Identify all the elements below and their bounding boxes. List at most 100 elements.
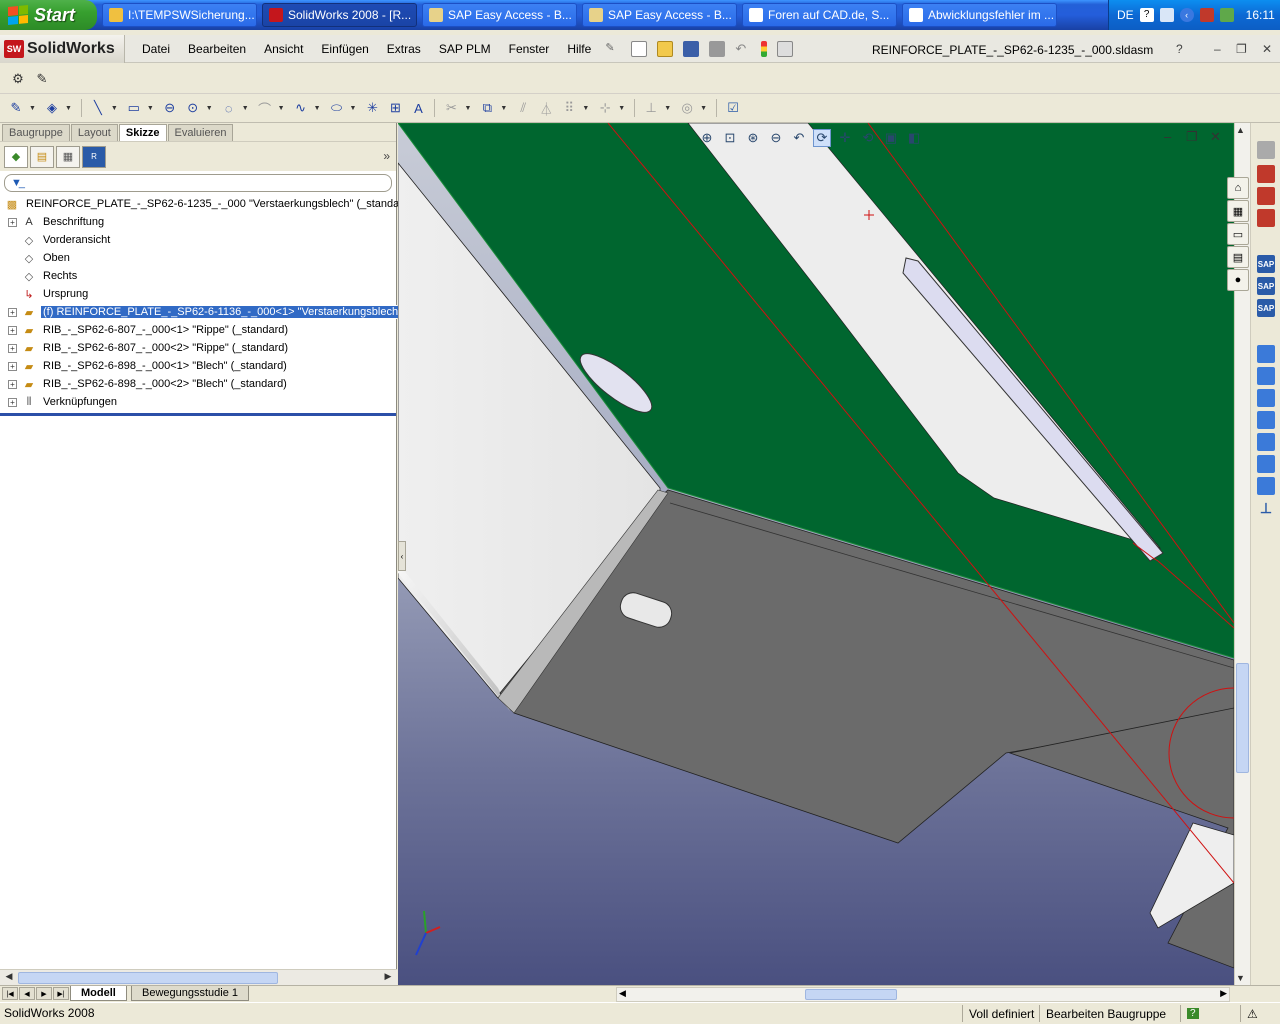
command-manager-tab[interactable]: Evaluieren [167,124,234,141]
next-tab-icon[interactable]: ▶ [36,987,52,1000]
text-icon[interactable]: A [408,99,428,117]
prev-tab-icon[interactable]: ◀ [19,987,35,1000]
design-library-icon[interactable]: ▦ [1227,200,1249,222]
tree-item[interactable]: ◇ Rechts [0,267,396,285]
undo-icon[interactable]: ↶ [735,41,751,57]
configuration-manager-tab-icon[interactable]: ▦ [56,145,80,168]
tree-item[interactable]: ◇ Oben [0,249,396,267]
taskbar-button[interactable]: SAP Easy Access - B... [582,3,737,27]
display-relations-icon[interactable]: ⊥ [641,99,661,117]
open-folder-icon[interactable] [657,40,674,57]
hscroll-left-icon[interactable]: ◀ [619,988,626,999]
sap-tray-icon[interactable] [1199,8,1214,22]
viewport-close-icon[interactable]: ✕ [1210,129,1221,145]
tree-item[interactable]: + A Beschriftung [0,213,396,231]
help-tray-icon[interactable]: ? [1139,8,1154,22]
property-manager-tab-icon[interactable]: ▤ [30,145,54,168]
graphics-area[interactable]: ⊕ ⊡ ⊛ ⊖ ↶ ⟳ ✛ ⟲ ▣ ◧ – ❐ ✕ ‹ [398,123,1234,985]
view-isometric-icon[interactable] [1257,477,1275,495]
menu-item[interactable]: SAP PLM [430,42,500,56]
view-right-icon[interactable] [1257,411,1275,429]
sketch-icon[interactable]: ✎ [6,99,26,117]
view-front-icon[interactable] [1257,345,1275,363]
view-back-icon[interactable] [1257,367,1275,385]
panel-collapse-handle[interactable]: ‹ [398,541,406,571]
tree-item[interactable]: + ⫴ Verknüpfungen [0,393,396,411]
sap-tool-icon[interactable]: ⚙ [8,70,28,88]
traffic-light-icon[interactable] [761,40,768,57]
save-icon[interactable] [683,40,700,57]
last-tab-icon[interactable]: ▶| [53,987,69,1000]
task-pane-tool-1-icon[interactable] [1257,141,1275,159]
scroll-up-icon[interactable]: ▲ [1236,125,1245,135]
rapid-sketch-icon[interactable]: ☑ [723,99,743,117]
menu-item[interactable]: Bearbeiten [179,42,255,56]
rebuild-icon[interactable]: ⚠ [1240,1005,1264,1022]
pan-icon[interactable]: ✛ [836,129,854,147]
solidworks-resources-icon[interactable]: ⌂ [1227,177,1249,199]
tree-horizontal-scrollbar[interactable]: ◀ ▶ [0,969,397,985]
scroll-down-icon[interactable]: ▼ [1236,973,1245,983]
tree-item[interactable]: ↳ Ursprung [0,285,396,303]
help-status-icon[interactable]: ? [1180,1005,1205,1022]
taskbar-button[interactable]: SAP Easy Access - B... [422,3,577,27]
point-icon[interactable]: ✳ [362,99,382,117]
view-orientation-icon[interactable]: ◧ [905,129,923,147]
view-palette-icon[interactable]: ▤ [1227,246,1249,268]
pin-icon[interactable]: ✎ [605,41,621,57]
view-left-icon[interactable] [1257,389,1275,407]
section-view-icon[interactable]: ▣ [882,129,900,147]
tree-filter[interactable]: ▼̲ [4,174,392,192]
appearances-icon[interactable]: ● [1227,269,1249,291]
command-manager-tab[interactable]: Skizze [118,124,167,141]
scroll-right-icon[interactable]: ▶ [381,971,395,985]
new-document-icon[interactable] [631,40,648,57]
arc-icon[interactable]: ◌ [219,99,239,117]
scroll-left-icon[interactable]: ◀ [2,971,16,985]
tree-item[interactable]: + ▰ (f) REINFORCE_PLATE_-_SP62-6-1136_-_00… [0,303,405,321]
bottom-tab[interactable]: Modell [70,986,127,1001]
move-entities-icon[interactable]: ⊹ [595,99,615,117]
menu-item[interactable]: Hilfe [558,42,600,56]
horizontal-scroll-thumb[interactable] [805,989,897,1000]
spline-icon[interactable]: ∿ [291,99,311,117]
zoom-to-selection-icon[interactable]: ⊖ [767,129,785,147]
command-manager-tab[interactable]: Baugruppe [2,124,70,141]
dimxpert-tab-icon[interactable]: R [82,145,106,168]
construction-geometry-icon[interactable]: ⊞ [385,99,405,117]
zoom-to-area-icon[interactable]: ⊡ [721,129,739,147]
network-tray-icon[interactable] [1159,8,1174,22]
expand-icon[interactable]: + [8,217,17,227]
tree-item[interactable]: + ▰ RIB_-_SP62-6-898_-_000<2> "Blech" (_st… [0,375,396,393]
previous-view-icon[interactable]: ↶ [790,129,808,147]
feature-manager-tab-icon[interactable]: ◆ [4,145,28,168]
hscroll-right-icon[interactable]: ▶ [1220,988,1227,999]
taskbar-button[interactable]: Foren auf CAD.de, S... [742,3,897,27]
tree-item[interactable]: + ▰ RIB_-_SP62-6-898_-_000<1> "Blech" (_st… [0,357,396,375]
expand-icon[interactable]: + [8,343,17,353]
view-top-icon[interactable] [1257,433,1275,451]
zoom-in-out-icon[interactable]: ⊛ [744,129,762,147]
sap-tool-c-icon[interactable]: SAP [1257,299,1275,317]
view-bottom-icon[interactable] [1257,455,1275,473]
first-tab-icon[interactable]: |◀ [2,987,18,1000]
menu-item[interactable]: Einfügen [312,42,377,56]
rotate-view-icon[interactable]: ⟳ [813,129,831,147]
tree-item[interactable]: + ▰ RIB_-_SP62-6-807_-_000<2> "Rippe" (_st… [0,339,396,357]
menu-item[interactable]: Fenster [500,42,559,56]
line-icon[interactable]: ╲ [88,99,108,117]
vertical-scroll-thumb[interactable] [1236,663,1249,773]
tree-item[interactable]: + ▰ RIB_-_SP62-6-807_-_000<1> "Rippe" (_st… [0,321,396,339]
normal-to-icon[interactable]: ⊥ [1257,499,1275,517]
taskbar-button[interactable]: Abwicklungsfehler im ... [902,3,1057,27]
menu-item[interactable]: Ansicht [255,42,312,56]
zoom-to-fit-icon[interactable]: ⊕ [698,129,716,147]
display-tray-icon[interactable] [1219,8,1234,22]
task-pane-tool-3-icon[interactable] [1257,187,1275,205]
sap-tool-2-icon[interactable]: ✎ [32,70,52,88]
menu-item[interactable]: Extras [378,42,430,56]
command-manager-tab[interactable]: Layout [70,124,118,141]
expand-icon[interactable]: + [8,379,17,389]
viewport-restore-icon[interactable]: ❐ [1186,129,1198,145]
bottom-tab[interactable]: Bewegungsstudie 1 [131,986,250,1001]
